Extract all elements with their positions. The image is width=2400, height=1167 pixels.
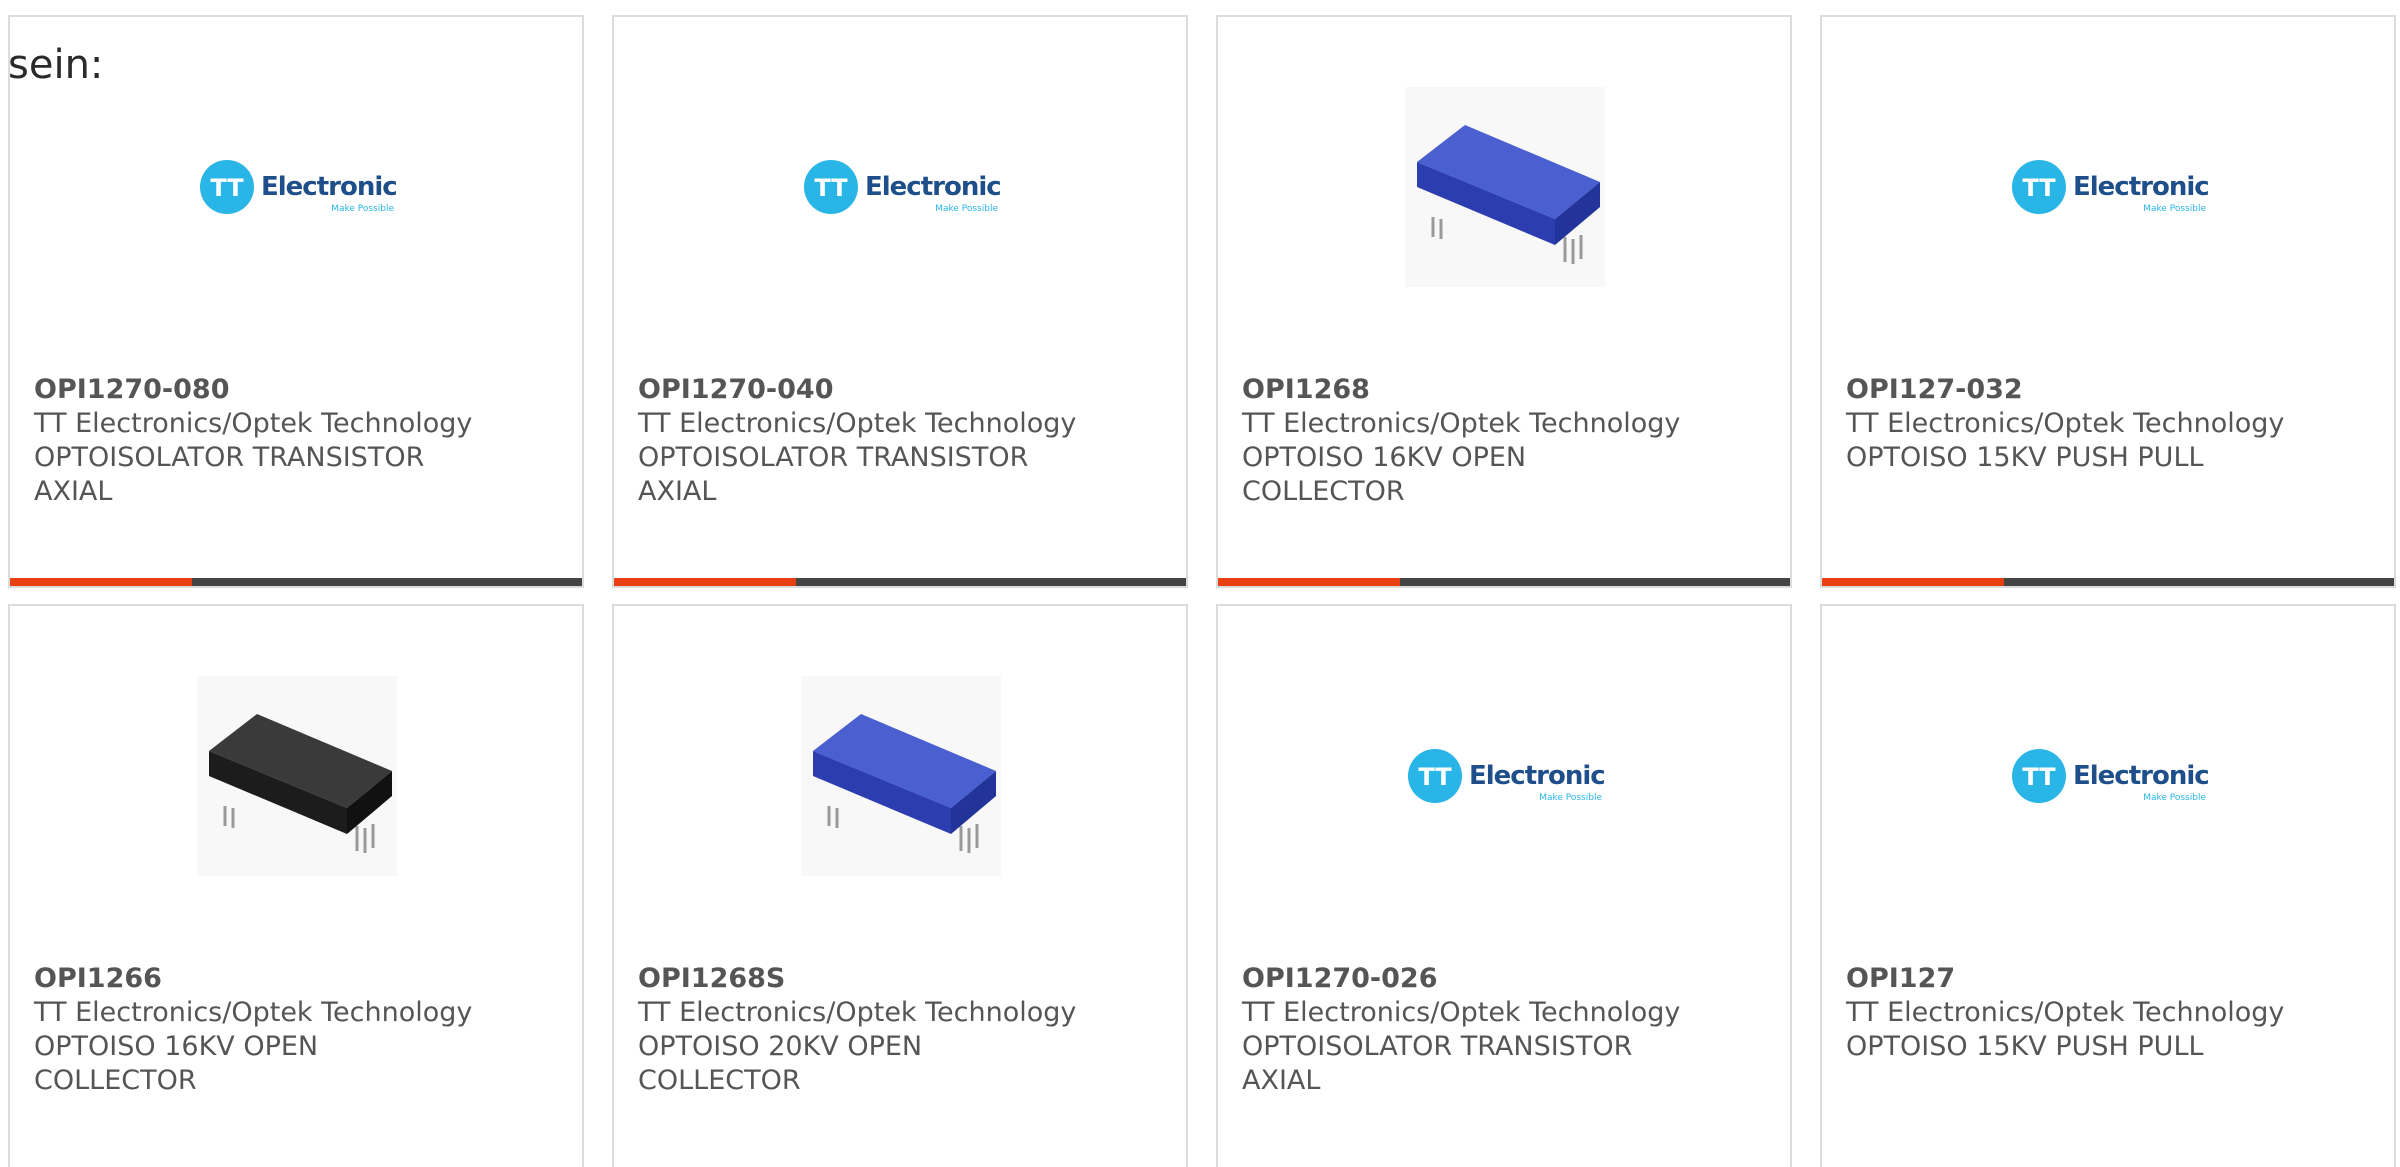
svg-text:Electronics: Electronics bbox=[865, 172, 1001, 202]
svg-text:Make Possible: Make Possible bbox=[2143, 793, 2206, 803]
product-image[interactable]: TT Electronics Make Possible bbox=[2009, 676, 2209, 876]
product-description: OPTOISO 16KV OPEN COLLECTOR bbox=[34, 1031, 319, 1096]
svg-text:TT: TT bbox=[1418, 763, 1452, 791]
product-image[interactable]: TT Electronics Make Possible bbox=[1405, 676, 1605, 876]
product-image[interactable]: TT Electronics Make Possible bbox=[2009, 87, 2209, 287]
card-bar-accent bbox=[1218, 578, 1400, 586]
product-manufacturer: TT Electronics/Optek Technology bbox=[1242, 408, 1681, 439]
product-manufacturer: TT Electronics/Optek Technology bbox=[1846, 997, 2285, 1028]
svg-text:Electronics: Electronics bbox=[2073, 761, 2209, 791]
svg-text:TT: TT bbox=[2022, 763, 2056, 791]
product-manufacturer: TT Electronics/Optek Technology bbox=[1846, 408, 2285, 439]
tt-electronics-logo: TT Electronics Make Possible bbox=[1408, 749, 1605, 803]
svg-text:TT: TT bbox=[814, 174, 848, 202]
svg-text:TT: TT bbox=[2022, 174, 2056, 202]
product-part-number[interactable]: OPI1270-080 bbox=[34, 373, 230, 407]
product-image[interactable]: TT Electronics Make Possible bbox=[801, 87, 1001, 287]
tt-electronics-logo: TT Electronics Make Possible bbox=[804, 160, 1001, 214]
product-part-number[interactable]: OPI1270-026 bbox=[1242, 962, 1438, 996]
product-description: OPTOISO 20KV OPEN COLLECTOR bbox=[638, 1031, 923, 1096]
product-description: OPTOISO 15KV PUSH PULL bbox=[1846, 1031, 2204, 1062]
product-card[interactable]: OPI1268 TT Electronics/Optek Technology … bbox=[1216, 15, 1792, 588]
product-description: OPTOISOLATOR TRANSISTOR AXIAL bbox=[638, 442, 1029, 507]
svg-text:Make Possible: Make Possible bbox=[1539, 793, 1602, 803]
product-description: OPTOISO 16KV OPEN COLLECTOR bbox=[1242, 442, 1527, 507]
section-heading: sein: bbox=[8, 42, 104, 88]
product-description: OPTOISOLATOR TRANSISTOR AXIAL bbox=[1242, 1031, 1633, 1096]
card-bottom-bar bbox=[614, 578, 1186, 586]
svg-text:Electronics: Electronics bbox=[261, 172, 397, 202]
svg-text:Make Possible: Make Possible bbox=[935, 204, 998, 214]
product-image[interactable] bbox=[197, 676, 397, 876]
card-bottom-bar bbox=[1218, 578, 1790, 586]
product-grid: sein: TT Electronics Make Possible OPI1270… bbox=[0, 0, 2400, 1167]
product-manufacturer: TT Electronics/Optek Technology bbox=[34, 408, 473, 439]
svg-text:Electronics: Electronics bbox=[2073, 172, 2209, 202]
svg-text:Electronics: Electronics bbox=[1469, 761, 1605, 791]
product-card[interactable]: TT Electronics Make Possible OPI127 TT Ele… bbox=[1820, 604, 2396, 1167]
product-manufacturer: TT Electronics/Optek Technology bbox=[638, 997, 1077, 1028]
product-part-number[interactable]: OPI1270-040 bbox=[638, 373, 834, 407]
product-card[interactable]: TT Electronics Make Possible OPI1270-026 T… bbox=[1216, 604, 1792, 1167]
product-description: OPTOISO 15KV PUSH PULL bbox=[1846, 442, 2204, 473]
product-manufacturer: TT Electronics/Optek Technology bbox=[34, 997, 473, 1028]
tt-electronics-logo: TT Electronics Make Possible bbox=[2012, 160, 2209, 214]
product-card[interactable]: TT Electronics Make Possible OPI1270-040 T… bbox=[612, 15, 1188, 588]
product-image[interactable] bbox=[1405, 87, 1605, 287]
product-image[interactable] bbox=[801, 676, 1001, 876]
svg-text:Make Possible: Make Possible bbox=[2143, 204, 2206, 214]
card-bottom-bar bbox=[10, 578, 582, 586]
product-card[interactable]: TT Electronics Make Possible OPI127-032 TT… bbox=[1820, 15, 2396, 588]
card-bar-accent bbox=[614, 578, 796, 586]
card-bottom-bar bbox=[1822, 578, 2394, 586]
tt-electronics-logo: TT Electronics Make Possible bbox=[2012, 749, 2209, 803]
black-component-photo bbox=[197, 676, 397, 876]
product-card[interactable]: OPI1266 TT Electronics/Optek Technology … bbox=[8, 604, 584, 1167]
product-part-number[interactable]: OPI1266 bbox=[34, 962, 162, 996]
card-bar-accent bbox=[10, 578, 192, 586]
svg-text:TT: TT bbox=[210, 174, 244, 202]
product-part-number[interactable]: OPI127 bbox=[1846, 962, 1955, 996]
product-description: OPTOISOLATOR TRANSISTOR AXIAL bbox=[34, 442, 425, 507]
product-part-number[interactable]: OPI127-032 bbox=[1846, 373, 2023, 407]
blue-component-photo bbox=[1405, 87, 1605, 287]
product-card[interactable]: OPI1268S TT Electronics/Optek Technology… bbox=[612, 604, 1188, 1167]
tt-electronics-logo: TT Electronics Make Possible bbox=[200, 160, 397, 214]
card-bar-accent bbox=[1822, 578, 2004, 586]
product-manufacturer: TT Electronics/Optek Technology bbox=[1242, 997, 1681, 1028]
product-image[interactable]: TT Electronics Make Possible bbox=[197, 87, 397, 287]
product-part-number[interactable]: OPI1268S bbox=[638, 962, 785, 996]
product-manufacturer: TT Electronics/Optek Technology bbox=[638, 408, 1077, 439]
svg-text:Make Possible: Make Possible bbox=[331, 204, 394, 214]
blue-component-photo bbox=[801, 676, 1001, 876]
product-card[interactable]: TT Electronics Make Possible OPI1270-080 T… bbox=[8, 15, 584, 588]
product-part-number[interactable]: OPI1268 bbox=[1242, 373, 1370, 407]
